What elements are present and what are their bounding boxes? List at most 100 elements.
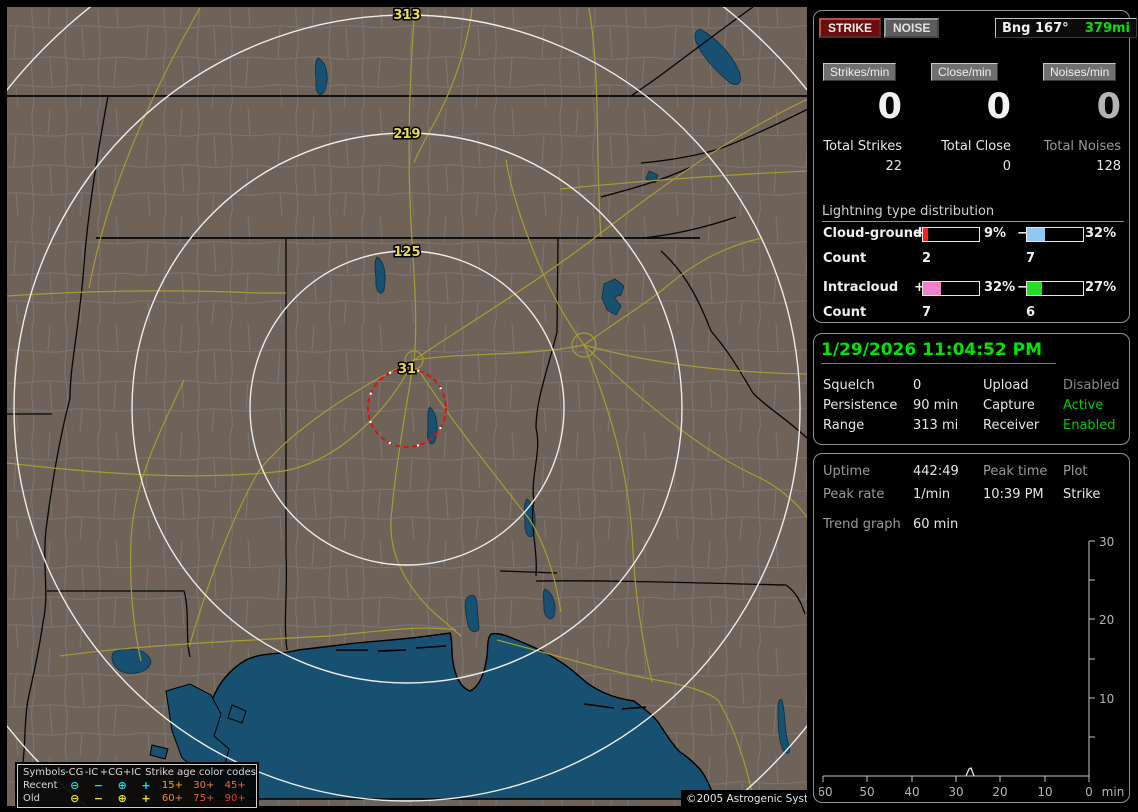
svg-text:20: 20 bbox=[1099, 613, 1114, 627]
trend-x-tick-labels: 60 50 40 30 20 10 0 min bbox=[819, 785, 1124, 799]
pos-cg-old-icon: ⊕ bbox=[117, 792, 127, 805]
copyright-strip: ©2005 Astrogenic Systems bbox=[681, 790, 807, 806]
svg-text:30: 30 bbox=[948, 785, 963, 799]
age-75: 75+ bbox=[193, 793, 215, 804]
distribution-title: Lightning type distribution bbox=[822, 204, 1124, 222]
cloud-ground-label: Cloud-ground bbox=[823, 226, 923, 241]
squelch-label: Squelch bbox=[823, 378, 875, 393]
trend-graph: 30 20 10 60 50 40 30 20 10 0 min bbox=[819, 535, 1124, 799]
uptime-label: Uptime bbox=[823, 464, 871, 479]
legend-age-header: Strike age color codes bbox=[145, 767, 256, 778]
total-strikes-label: Total Strikes bbox=[823, 139, 902, 154]
svg-text:10: 10 bbox=[1099, 692, 1114, 706]
bearing-readout: Bng 167° 379mi bbox=[995, 18, 1137, 38]
close-per-min-button[interactable]: Close/min bbox=[931, 63, 999, 81]
ring-label-219: 219 bbox=[393, 127, 420, 142]
trend-graph-label: Trend graph bbox=[823, 517, 901, 532]
trend-y-tick-labels: 30 20 10 bbox=[1099, 535, 1114, 706]
peak-rate-value: 1/min bbox=[913, 487, 951, 502]
legend-symbols-header: Symbols bbox=[23, 767, 66, 778]
pos-ic-old-icon: + bbox=[141, 792, 151, 805]
neg-ic-recent-icon: − bbox=[93, 779, 104, 792]
legend-row-old-label: Old bbox=[23, 793, 40, 804]
datetime-display: 1/29/2026 11:04:52 PM bbox=[821, 340, 1056, 364]
plot-value: Strike bbox=[1063, 487, 1101, 502]
total-noises-label: Total Noises bbox=[1043, 139, 1121, 154]
pos-ic-recent-icon: + bbox=[141, 779, 151, 792]
total-close-label: Total Close bbox=[941, 139, 1011, 154]
peak-time-value: 10:39 PM bbox=[983, 487, 1044, 502]
cg-negative-count: 7 bbox=[1026, 251, 1036, 266]
svg-text:20: 20 bbox=[992, 785, 1007, 799]
svg-text:30: 30 bbox=[1099, 535, 1114, 549]
total-noises-value: 128 bbox=[1096, 159, 1121, 174]
app-window: { "map": { "ring_labels": ["313", "219",… bbox=[0, 0, 1138, 812]
squelch-value: 0 bbox=[913, 378, 922, 393]
noise-mode-button[interactable]: NOISE bbox=[884, 18, 940, 38]
strike-mode-button[interactable]: STRIKE bbox=[819, 18, 882, 38]
upload-status: Disabled bbox=[1063, 378, 1120, 393]
age-60: 60+ bbox=[161, 793, 184, 804]
total-strikes-value: 22 bbox=[885, 159, 902, 174]
map-panel: 313 219 125 31 ©2005 Astrogenic Systems … bbox=[7, 7, 807, 810]
close-per-min-value: 0 bbox=[986, 87, 1011, 127]
ring-label-31: 31 bbox=[398, 362, 416, 377]
strikes-per-min-button[interactable]: Strikes/min bbox=[823, 63, 897, 81]
legend-col-pos-ic: +IC bbox=[122, 767, 142, 778]
ic-positive-bar bbox=[922, 281, 980, 296]
svg-text:10: 10 bbox=[1037, 785, 1052, 799]
intracloud-label: Intracloud bbox=[823, 280, 899, 295]
noises-per-min-button[interactable]: Noises/min bbox=[1043, 63, 1117, 81]
age-15: 15+ bbox=[161, 780, 184, 791]
neg-cg-recent-icon: ⊖ bbox=[70, 779, 80, 792]
cg-negative-bar bbox=[1026, 227, 1084, 242]
svg-text:40: 40 bbox=[904, 785, 919, 799]
trend-x-unit: min bbox=[1102, 785, 1125, 799]
status-section: 1/29/2026 11:04:52 PM Squelch 0 Upload D… bbox=[813, 333, 1130, 445]
trend-series-line bbox=[965, 767, 975, 777]
ic-positive-pct: 32% bbox=[984, 280, 1016, 295]
neg-cg-old-icon: ⊖ bbox=[70, 792, 80, 805]
age-30: 30+ bbox=[193, 780, 215, 791]
ic-negative-pct: 27% bbox=[1085, 280, 1117, 295]
trend-axes bbox=[822, 540, 1095, 782]
legend-col-neg-cg: -CG bbox=[65, 767, 84, 778]
receiver-status: Enabled bbox=[1063, 418, 1116, 433]
upload-label: Upload bbox=[983, 378, 1029, 393]
total-close-value: 0 bbox=[1002, 159, 1011, 174]
cg-positive-pct: 9% bbox=[984, 226, 1007, 241]
svg-text:50: 50 bbox=[859, 785, 874, 799]
persistence-value: 90 min bbox=[913, 398, 959, 413]
peak-time-label: Peak time bbox=[983, 464, 1048, 479]
legend-col-pos-cg: +CG bbox=[99, 767, 123, 778]
peak-rate-label: Peak rate bbox=[823, 487, 885, 502]
svg-text:60: 60 bbox=[819, 785, 833, 799]
trend-graph-value: 60 min bbox=[913, 517, 959, 532]
cg-positive-count: 2 bbox=[922, 251, 932, 266]
legend-col-neg-ic: -IC bbox=[84, 767, 99, 778]
noises-per-min-value: 0 bbox=[1096, 87, 1121, 127]
capture-label: Capture bbox=[983, 398, 1035, 413]
cg-negative-pct: 32% bbox=[1085, 226, 1117, 241]
ring-label-313: 313 bbox=[393, 8, 420, 23]
ic-positive-count: 7 bbox=[922, 305, 932, 320]
strikes-per-min-value: 0 bbox=[877, 87, 902, 127]
legend-row-recent-label: Recent bbox=[23, 780, 58, 791]
bearing-distance: 379mi bbox=[1084, 20, 1130, 36]
capture-status: Active bbox=[1063, 398, 1104, 413]
ring-label-125: 125 bbox=[393, 245, 420, 260]
cg-count-label: Count bbox=[823, 251, 867, 266]
persistence-label: Persistence bbox=[823, 398, 898, 413]
plot-label: Plot bbox=[1063, 464, 1088, 479]
uptime-value: 442:49 bbox=[913, 464, 959, 479]
copyright-text: ©2005 Astrogenic Systems bbox=[686, 793, 807, 805]
neg-ic-old-icon: − bbox=[93, 792, 104, 805]
receiver-label: Receiver bbox=[983, 418, 1040, 433]
lightning-map: 313 219 125 31 ©2005 Astrogenic Systems bbox=[7, 7, 807, 806]
age-45: 45+ bbox=[224, 780, 246, 791]
counter-section: STRIKE NOISE Bng 167° 379mi Strikes/min … bbox=[813, 10, 1137, 323]
ic-negative-bar bbox=[1026, 281, 1084, 296]
pos-cg-recent-icon: ⊕ bbox=[117, 779, 127, 792]
map-legend: Symbols -CG -IC +CG +IC Strike age color… bbox=[15, 762, 259, 810]
range-value: 313 mi bbox=[913, 418, 959, 433]
